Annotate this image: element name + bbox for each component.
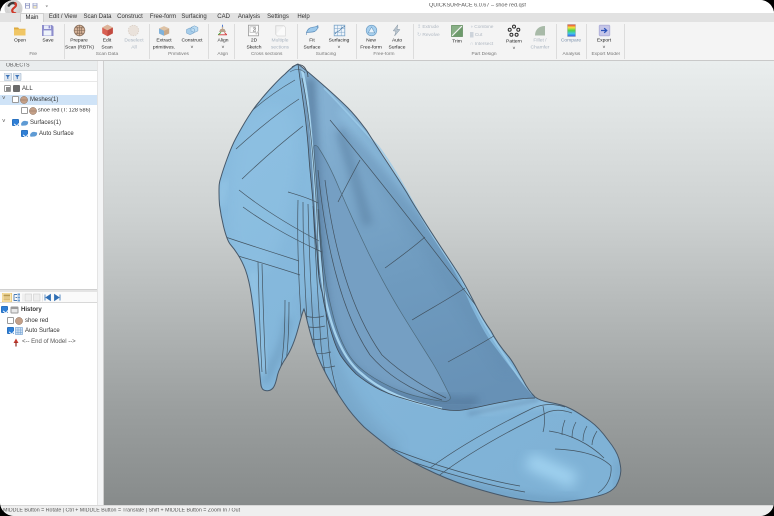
svg-text:2: 2	[253, 27, 256, 33]
